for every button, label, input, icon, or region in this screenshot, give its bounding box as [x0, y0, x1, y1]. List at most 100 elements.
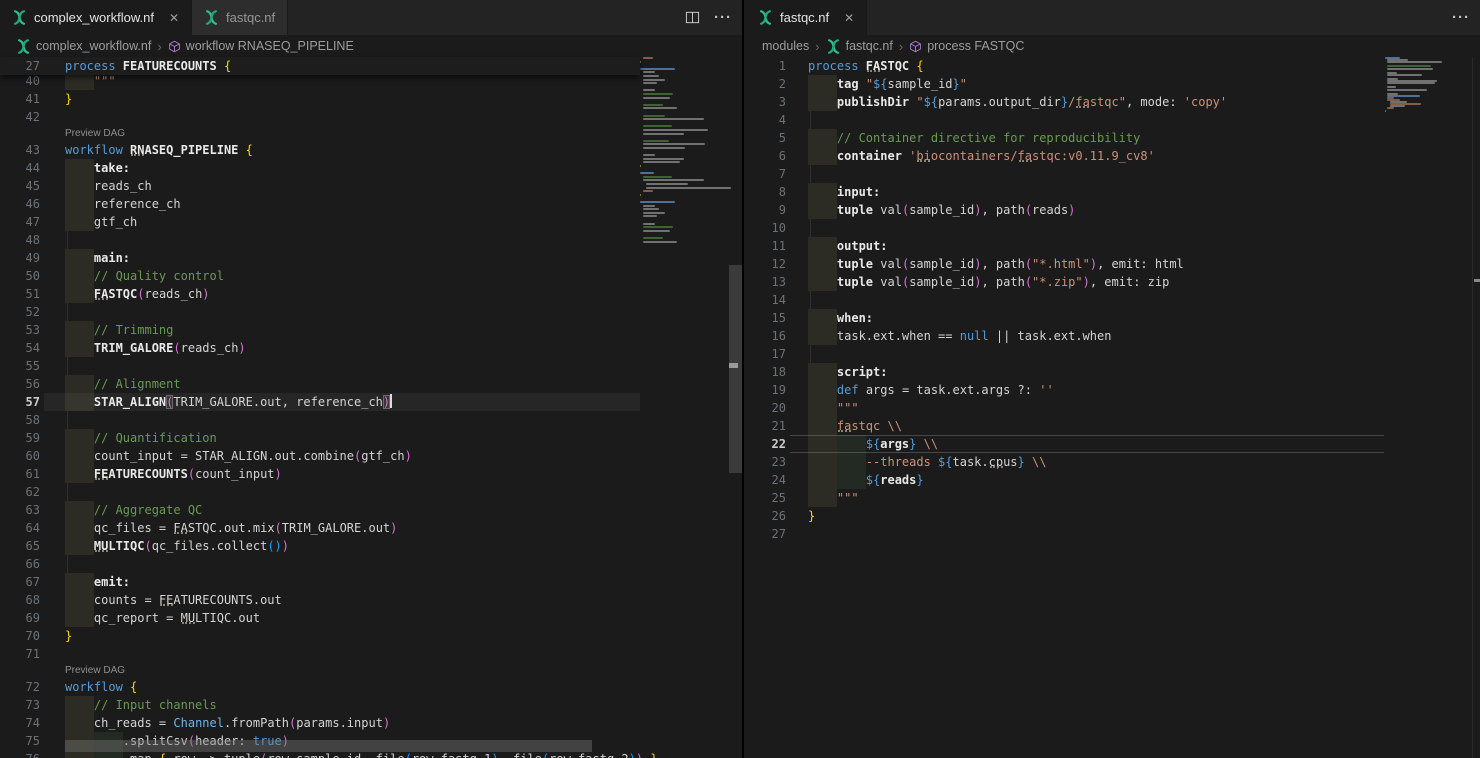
code-line[interactable]: 41} [0, 90, 742, 108]
code-token: } [650, 752, 657, 758]
code-line[interactable]: 19 def args = task.ext.args ?: '' [746, 381, 1480, 399]
code-line[interactable]: 66 [0, 555, 742, 573]
code-token: """ [94, 74, 116, 88]
tab-fastqc-nf[interactable]: fastqc.nf✕ [746, 0, 867, 35]
code-line[interactable]: 52 [0, 303, 742, 321]
code-line[interactable]: 5 // Container directive for reproducibi… [746, 129, 1480, 147]
code-token: .out.mix [217, 521, 275, 535]
code-line[interactable]: 7 [746, 165, 1480, 183]
line-text: // Trimming [65, 321, 173, 339]
breadcrumb-item[interactable]: fastqc.nf [826, 39, 893, 54]
split-editor-button[interactable] [685, 10, 700, 25]
tab-complex-workflow-nf[interactable]: complex_workflow.nf✕ [0, 0, 192, 35]
tabs-right: fastqc.nf✕ [746, 0, 867, 35]
code-line[interactable]: 71 [0, 645, 742, 663]
code-line[interactable]: 18 script: [746, 363, 1480, 381]
more-actions-button[interactable]: ··· [714, 9, 732, 26]
more-actions-button[interactable]: ··· [1452, 9, 1470, 26]
code-line[interactable]: 11 output: [746, 237, 1480, 255]
code-line[interactable]: 43workflow RNASEQ_PIPELINE { [0, 141, 742, 159]
code-line[interactable]: 61 FEATURECOUNTS(count_input) [0, 465, 742, 483]
code-token: tuple [837, 257, 880, 271]
code-line[interactable]: 53 // Trimming [0, 321, 742, 339]
editor-left[interactable]: 40 """41}42Preview DAG43workflow RNASEQ_… [0, 57, 742, 758]
code-line[interactable]: 46 reference_ch [0, 195, 742, 213]
line-number: 44 [0, 159, 40, 177]
code-line[interactable]: 65 MULTIQC(qc_files.collect()) [0, 537, 742, 555]
code-line[interactable]: 55 [0, 357, 742, 375]
breadcrumb-item[interactable]: workflow RNASEQ_PIPELINE [168, 39, 354, 53]
code-line[interactable]: 62 [0, 483, 742, 501]
code-line[interactable]: 44 take: [0, 159, 742, 177]
codelens-preview-dag[interactable]: Preview DAG [65, 126, 125, 141]
minimap-line [640, 68, 675, 70]
code-line[interactable]: 63 // Aggregate QC [0, 501, 742, 519]
code-line[interactable]: 4 [746, 111, 1480, 129]
horizontal-scrollbar-left[interactable] [65, 740, 592, 752]
code-line[interactable]: 42 [0, 108, 742, 126]
code-line[interactable]: 17 [746, 345, 1480, 363]
code-line[interactable]: 22 ${args} \\ [746, 435, 1480, 453]
code-line[interactable]: 74 ch_reads = Channel.fromPath(params.in… [0, 714, 742, 732]
line-number: 53 [0, 321, 40, 339]
code-line[interactable]: 59 // Quantification [0, 429, 742, 447]
code-line[interactable]: 51 FASTQC(reads_ch) [0, 285, 742, 303]
close-icon[interactable]: ✕ [169, 11, 179, 25]
code-line[interactable]: 16 task.ext.when == null || task.ext.whe… [746, 327, 1480, 345]
breadcrumb-item[interactable]: complex_workflow.nf [16, 39, 151, 54]
code-line[interactable]: 64 qc_files = FASTQC.out.mix(TRIM_GALORE… [0, 519, 742, 537]
code-line[interactable]: 21 fastqc \\ [746, 417, 1480, 435]
code-line[interactable]: 24 ${reads} [746, 471, 1480, 489]
code-line[interactable]: 48 [0, 231, 742, 249]
code-line[interactable]: 56 // Alignment [0, 375, 742, 393]
code-line[interactable]: 8 input: [746, 183, 1480, 201]
sticky-scroll-line[interactable]: 27process FEATURECOUNTS { [0, 57, 640, 75]
minimap-left[interactable] [640, 57, 728, 317]
code-area-right[interactable]: 1process FASTQC {2 tag "${sample_id}"3 p… [746, 57, 1480, 758]
code-line[interactable]: 47 gtf_ch [0, 213, 742, 231]
vertical-scrollbar-left[interactable] [729, 265, 743, 473]
breadcrumb-item[interactable]: process FASTQC [909, 39, 1024, 53]
code-line[interactable]: 58 [0, 411, 742, 429]
code-line[interactable]: 23 --threads ${task.cpus} \\ [746, 453, 1480, 471]
code-line[interactable]: 60 count_input = STAR_ALIGN.out.combine(… [0, 447, 742, 465]
code-line[interactable]: 70} [0, 627, 742, 645]
code-line[interactable]: 9 tuple val(sample_id), path(reads) [746, 201, 1480, 219]
code-line[interactable]: 68 counts = FEATURECOUNTS.out [0, 591, 742, 609]
code-line[interactable]: 13 tuple val(sample_id), path("*.zip"), … [746, 273, 1480, 291]
code-token: ${ [866, 437, 880, 451]
code-line[interactable]: 14 [746, 291, 1480, 309]
code-line[interactable]: 54 TRIM_GALORE(reads_ch) [0, 339, 742, 357]
code-line[interactable]: 57 STAR_ALIGN(TRIM_GALORE.out, reference… [0, 393, 742, 411]
code-line[interactable]: 10 [746, 219, 1480, 237]
code-line[interactable]: 3 publishDir "${params.output_dir}/fastq… [746, 93, 1480, 111]
code-line[interactable]: 49 main: [0, 249, 742, 267]
close-icon[interactable]: ✕ [844, 11, 854, 25]
code-line[interactable]: 50 // Quality control [0, 267, 742, 285]
editor-right[interactable]: 1process FASTQC {2 tag "${sample_id}"3 p… [746, 57, 1480, 758]
minimap-right[interactable] [1385, 57, 1447, 177]
code-line[interactable]: 72workflow { [0, 678, 742, 696]
codelens-preview-dag[interactable]: Preview DAG [65, 663, 125, 678]
line-text: container 'biocontainers/fastqc:v0.11.9_… [808, 147, 1155, 165]
code-line[interactable]: 12 tuple val(sample_id), path("*.html"),… [746, 255, 1480, 273]
code-line[interactable]: 26} [746, 507, 1480, 525]
code-line[interactable]: 20 """ [746, 399, 1480, 417]
code-line[interactable]: 67 emit: [0, 573, 742, 591]
breadcrumb-item[interactable]: modules [762, 39, 809, 53]
code-token: " [916, 95, 923, 109]
code-token: , mode: [1126, 95, 1184, 109]
code-line[interactable]: 25 """ [746, 489, 1480, 507]
indent-guide [810, 111, 811, 129]
tab-fastqc-nf[interactable]: fastqc.nf [192, 0, 288, 35]
code-line[interactable]: 15 when: [746, 309, 1480, 327]
code-line[interactable]: 69 qc_report = MULTIQC.out [0, 609, 742, 627]
code-line[interactable]: 45 reads_ch [0, 177, 742, 195]
code-token: // Aggregate QC [94, 503, 202, 517]
code-line[interactable]: 27 [746, 525, 1480, 543]
code-line[interactable]: 1process FASTQC { [746, 57, 1480, 75]
code-line[interactable]: 2 tag "${sample_id}" [746, 75, 1480, 93]
code-area-left[interactable]: 40 """41}42Preview DAG43workflow RNASEQ_… [0, 57, 742, 758]
code-line[interactable]: 73 // Input channels [0, 696, 742, 714]
code-line[interactable]: 6 container 'biocontainers/fastqc:v0.11.… [746, 147, 1480, 165]
